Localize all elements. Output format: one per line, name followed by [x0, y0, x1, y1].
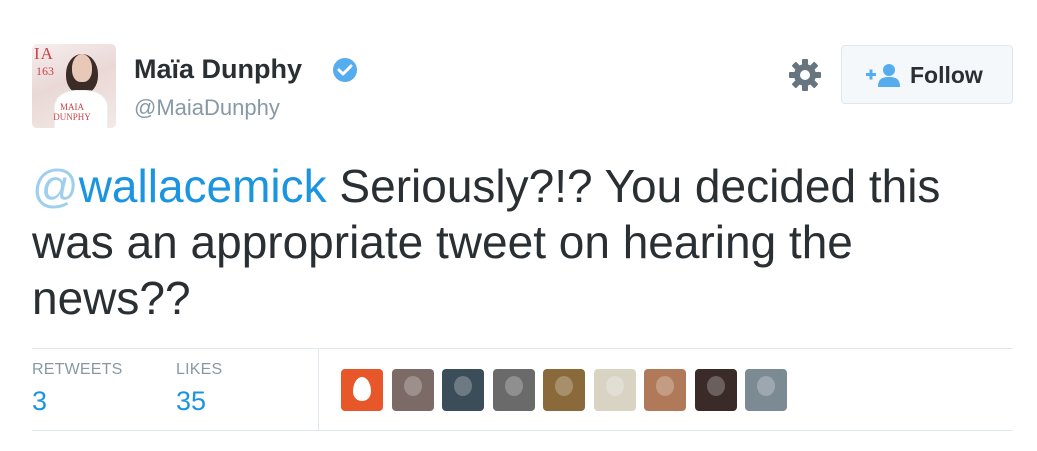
avatar-cover-name: MAIA DUNPHY	[53, 102, 91, 122]
favoriter-avatar-3[interactable]	[442, 369, 484, 411]
favoriter-avatar-2[interactable]	[391, 369, 434, 411]
display-name[interactable]: Maïa Dunphy	[134, 54, 302, 85]
user-handle[interactable]: @MaiaDunphy	[134, 95, 280, 121]
avatar-face	[66, 54, 98, 94]
avatar-masthead: IA	[34, 44, 54, 63]
avatar-silhouette	[656, 376, 674, 396]
avatar-issue: 163	[36, 64, 54, 78]
favoriter-avatar-5[interactable]	[543, 369, 585, 411]
avatar-silhouette	[454, 376, 472, 396]
stats-top-divider	[32, 348, 1013, 349]
egg-icon	[353, 377, 371, 401]
add-person-icon	[866, 63, 902, 92]
avatar-silhouette	[403, 376, 422, 396]
stats-bottom-divider	[32, 430, 1013, 431]
favoriter-avatar-8[interactable]	[694, 369, 737, 411]
avatar-silhouette	[706, 376, 725, 396]
favoriter-egg-avatar[interactable]	[341, 369, 383, 411]
verified-badge-icon	[333, 58, 357, 82]
profile-avatar[interactable]: IA 163 MAIA DUNPHY	[32, 44, 116, 128]
follow-label: Follow	[910, 62, 983, 88]
likes-count[interactable]: 35	[176, 386, 206, 417]
avatar-silhouette	[555, 376, 573, 396]
follow-button[interactable]: Follow	[841, 45, 1013, 104]
favoriter-avatar-7[interactable]	[644, 369, 686, 411]
avatar-silhouette	[504, 376, 523, 396]
avatar-silhouette	[757, 376, 775, 396]
mention-link[interactable]: @wallacemick	[32, 160, 327, 212]
likes-label: LIKES	[176, 361, 223, 378]
avatar-silhouette	[605, 376, 624, 396]
retweets-count[interactable]: 3	[32, 386, 47, 417]
favoriter-avatar-4[interactable]	[492, 369, 535, 411]
tweet-text: @wallacemick Seriously?!? You decided th…	[32, 158, 992, 326]
stats-vertical-divider	[318, 349, 319, 430]
retweets-label: RETWEETS	[32, 361, 123, 378]
gear-icon[interactable]	[788, 58, 822, 92]
favoriter-avatar-9[interactable]	[745, 369, 787, 411]
favoriter-avatar-6[interactable]	[593, 369, 636, 411]
